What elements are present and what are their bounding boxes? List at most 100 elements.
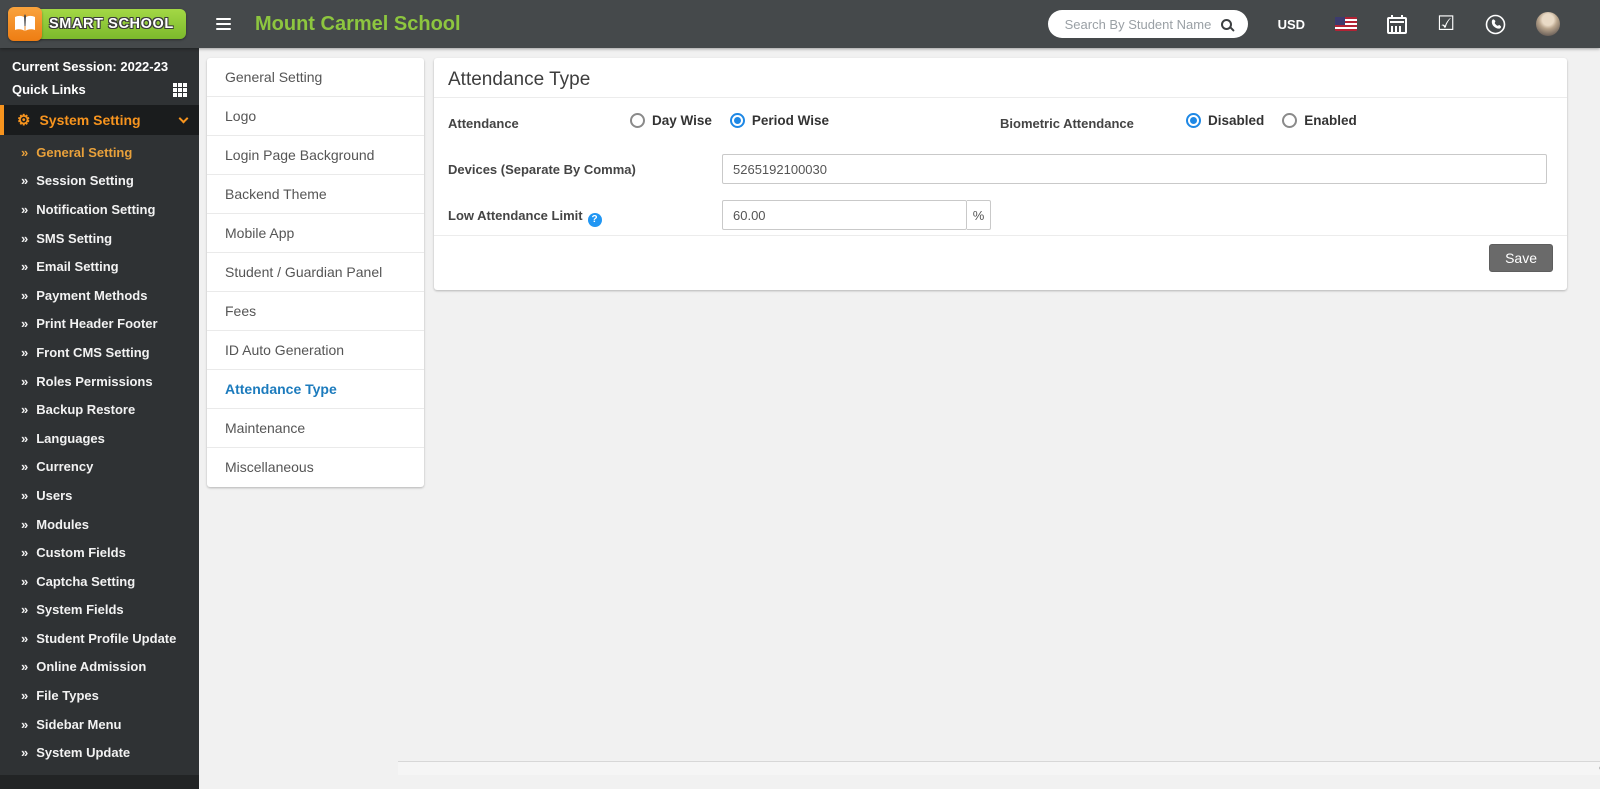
sidebar-item-captcha-setting[interactable]: » Captcha Setting (0, 567, 199, 596)
double-chevron-icon: » (21, 659, 29, 675)
radio-circle-icon (729, 113, 745, 128)
sidebar-item-file-types[interactable]: » File Types (0, 681, 199, 710)
sidebar-item-system-fields[interactable]: » System Fields (0, 596, 199, 625)
settings-nav-mobile-app[interactable]: Mobile App (207, 214, 424, 253)
brand-logo[interactable]: SMART SCHOOL (0, 0, 199, 48)
sidebar-item-roles-permissions[interactable]: » Roles Permissions (0, 367, 199, 396)
double-chevron-icon: » (21, 316, 29, 332)
radio-circle-icon (1282, 113, 1298, 128)
radio-disabled[interactable]: Disabled (1186, 113, 1264, 128)
top-bar: SMART SCHOOL Mount Carmel School USD ☑ (0, 0, 1600, 48)
calendar-icon[interactable] (1387, 14, 1408, 34)
page-title: Attendance Type (448, 69, 591, 90)
sidebar-item-payment-methods[interactable]: » Payment Methods (0, 281, 199, 310)
settings-nav-maintenance[interactable]: Maintenance (207, 409, 424, 448)
settings-nav-general-setting[interactable]: General Setting (207, 58, 424, 97)
biometric-attendance-label: Biometric Attendance (1000, 116, 1134, 131)
devices-label: Devices (Separate By Comma) (448, 162, 636, 177)
sidebar-item-general-setting[interactable]: » General Setting (0, 138, 199, 167)
double-chevron-icon: » (21, 516, 29, 532)
sidebar-item-currency[interactable]: » Currency (0, 453, 199, 482)
sidebar-item-email-setting[interactable]: » Email Setting (0, 252, 199, 281)
radio-day-wise[interactable]: Day Wise (630, 113, 712, 128)
double-chevron-icon: » (21, 745, 29, 761)
sidebar-item-online-admission[interactable]: » Online Admission (0, 653, 199, 682)
sidebar-item-users[interactable]: » Users (0, 481, 199, 510)
whatsapp-icon[interactable] (1485, 14, 1506, 35)
quick-links-label: Quick Links (12, 82, 86, 97)
double-chevron-icon: » (21, 287, 29, 303)
currency-selector[interactable]: USD (1278, 17, 1305, 32)
sidebar-menu: » General Setting » Session Setting » Notif… (0, 138, 199, 767)
sidebar-item-modules[interactable]: » Modules (0, 510, 199, 539)
double-chevron-icon: » (21, 259, 29, 275)
sidebar-item-print-header-footer[interactable]: » Print Header Footer (0, 310, 199, 339)
hamburger-menu-icon[interactable] (212, 12, 235, 36)
current-session-label: Current Session: 2022-23 (12, 59, 169, 74)
content-area: General Setting Logo Login Page Backgrou… (199, 48, 1600, 775)
settings-nav-logo[interactable]: Logo (207, 97, 424, 136)
settings-nav-miscellaneous[interactable]: Miscellaneous (207, 448, 424, 487)
sidebar-item-custom-fields[interactable]: » Custom Fields (0, 538, 199, 567)
sidebar-item-system-update[interactable]: » System Update (0, 738, 199, 767)
smart-school-logo: SMART SCHOOL (8, 7, 186, 41)
section-label: System Setting (39, 112, 141, 128)
double-chevron-icon: » (21, 373, 29, 389)
sidebar-item-notification-setting[interactable]: » Notification Setting (0, 195, 199, 224)
double-chevron-icon: » (21, 602, 29, 618)
attendance-type-card: Attendance Type Attendance Day Wise Peri… (434, 58, 1567, 290)
double-chevron-icon: » (21, 144, 29, 160)
save-button[interactable]: Save (1489, 244, 1553, 272)
page-footer: © 2023 Mount Carmel School (398, 761, 1600, 775)
double-chevron-icon: » (21, 402, 29, 418)
tasks-icon[interactable]: ☑ (1437, 14, 1455, 34)
sidebar-section-system-setting[interactable]: ⚙ System Setting (0, 105, 199, 135)
radio-period-wise[interactable]: Period Wise (729, 113, 829, 128)
settings-nav-backend-theme[interactable]: Backend Theme (207, 175, 424, 214)
divider (434, 235, 1567, 236)
book-icon (8, 7, 42, 41)
double-chevron-icon: » (21, 230, 29, 246)
double-chevron-icon: » (21, 716, 29, 732)
settings-nav-attendance-type[interactable]: Attendance Type (207, 370, 424, 409)
language-flag-icon[interactable] (1335, 17, 1358, 31)
sidebar-item-languages[interactable]: » Languages (0, 424, 199, 453)
radio-circle-icon (1186, 113, 1201, 128)
double-chevron-icon: » (21, 459, 29, 475)
low-attendance-limit-input[interactable] (722, 200, 967, 230)
settings-nav: General Setting Logo Login Page Backgrou… (207, 58, 424, 487)
sidebar-item-student-profile-update[interactable]: » Student Profile Update (0, 624, 199, 653)
settings-nav-login-page-background[interactable]: Login Page Background (207, 136, 424, 175)
sidebar-item-session-setting[interactable]: » Session Setting (0, 167, 199, 196)
search-icon[interactable] (1220, 15, 1239, 33)
double-chevron-icon: » (21, 430, 29, 446)
radio-enabled[interactable]: Enabled (1282, 113, 1357, 128)
double-chevron-icon: » (21, 487, 29, 503)
user-avatar[interactable] (1536, 12, 1560, 36)
quick-links[interactable]: Quick Links (0, 77, 199, 105)
attendance-radio-group: Day Wise Period Wise (630, 113, 829, 128)
sidebar-bottom-strip (0, 775, 199, 789)
help-icon[interactable]: ? (587, 212, 602, 227)
settings-nav-fees[interactable]: Fees (207, 292, 424, 331)
devices-input[interactable] (722, 154, 1547, 184)
search-input[interactable] (1062, 15, 1216, 33)
divider (434, 97, 1567, 98)
sidebar-item-backup-restore[interactable]: » Backup Restore (0, 395, 199, 424)
double-chevron-icon: » (21, 545, 29, 561)
sidebar-item-sidebar-menu[interactable]: » Sidebar Menu (0, 710, 199, 739)
chevron-down-icon (178, 113, 189, 123)
settings-nav-id-auto-generation[interactable]: ID Auto Generation (207, 331, 424, 370)
grid-icon[interactable] (173, 82, 187, 97)
sidebar-item-sms-setting[interactable]: » SMS Setting (0, 224, 199, 253)
double-chevron-icon: » (21, 630, 29, 646)
school-name-title: Mount Carmel School (255, 12, 461, 35)
brand-text: SMART SCHOOL (49, 16, 174, 32)
main-sidebar: Current Session: 2022-23 Quick Links ⚙ S… (0, 48, 199, 789)
settings-nav-student-guardian-panel[interactable]: Student / Guardian Panel (207, 253, 424, 292)
biometric-radio-group: Disabled Enabled (1186, 113, 1357, 128)
attendance-label: Attendance (448, 116, 519, 131)
double-chevron-icon: » (21, 201, 29, 217)
double-chevron-icon: » (21, 573, 29, 589)
sidebar-item-front-cms-setting[interactable]: » Front CMS Setting (0, 338, 199, 367)
